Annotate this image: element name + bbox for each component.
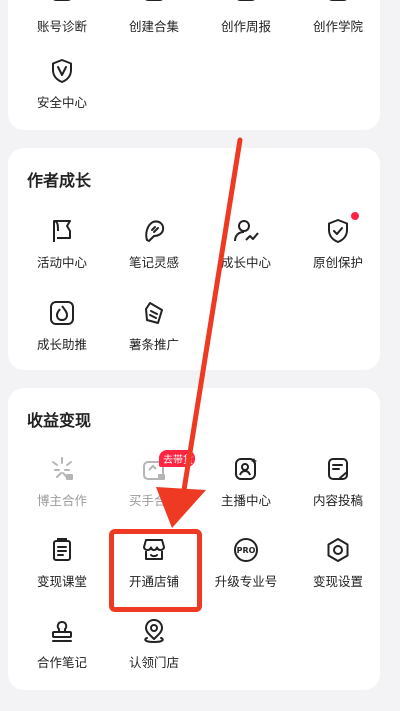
stamp-icon	[52, 621, 72, 642]
tools-card: 账号诊断 创建合集 创作周报 创作学院 安全中心	[8, 0, 380, 130]
monetization-course-button[interactable]: 变现课堂	[17, 537, 107, 603]
lightbulb-icon	[145, 220, 165, 242]
account-diagnosis-icon	[53, 0, 71, 1]
item-label: 活动中心	[36, 255, 87, 270]
pro-icon: PRO	[234, 538, 258, 562]
item-label: 成长中心	[220, 255, 271, 270]
item-label: 创作学院	[312, 19, 363, 34]
pro-badge-text: PRO	[237, 546, 256, 555]
item-label: 变现课堂	[36, 574, 87, 589]
item-label: 创作周报	[220, 19, 271, 34]
store-icon	[143, 539, 165, 560]
original-protection-button[interactable]: 原创保护	[293, 212, 383, 284]
item-label: 主播中心	[220, 493, 271, 508]
item-label: 薯条推广	[128, 337, 179, 352]
upgrade-pro-account-button[interactable]: PRO 升级专业号	[201, 537, 291, 603]
creation-academy-button[interactable]: 创作学院	[293, 0, 383, 48]
item-label: 买手合作	[128, 493, 179, 508]
streamer-center-button[interactable]: 主播中心	[201, 456, 291, 522]
creation-weekly-report-button[interactable]: 创作周报	[201, 0, 291, 48]
item-label: 开通店铺	[128, 574, 179, 589]
growth-boost-button[interactable]: 成长助推	[17, 300, 107, 366]
monetization-card: 收益变现 博主合作 买手合作 去带货 主播中心 内容投稿 变现课堂 开通店铺 P…	[8, 388, 380, 690]
create-collection-icon	[145, 0, 163, 1]
section-title: 作者成长	[27, 171, 92, 190]
claim-store-button[interactable]: 认领门店	[109, 618, 199, 684]
item-label: 内容投稿	[312, 493, 363, 508]
item-label: 账号诊断	[36, 19, 87, 34]
cooperation-notes-button[interactable]: 合作笔记	[17, 618, 107, 684]
item-label: 安全中心	[36, 95, 87, 110]
fries-icon	[145, 302, 163, 324]
notification-dot	[351, 212, 359, 220]
item-label: 博主合作	[36, 493, 87, 508]
creation-academy-icon	[329, 0, 347, 1]
user-growth-icon	[234, 220, 259, 242]
buyer-cooperation-button[interactable]: 买手合作 去带货	[109, 450, 199, 522]
item-label: 升级专业号	[214, 574, 278, 589]
content-submit-icon	[328, 458, 348, 480]
note-inspiration-button[interactable]: 笔记灵感	[109, 218, 199, 284]
open-store-button[interactable]: 开通店铺	[109, 537, 199, 603]
author-growth-card: 作者成长 活动中心 笔记灵感 成长中心 原创保护 成长助推 薯条推广	[8, 148, 380, 370]
security-center-button[interactable]: 安全中心	[17, 58, 107, 124]
item-label: 合作笔记	[36, 655, 87, 670]
streamer-icon	[235, 458, 257, 480]
creation-weekly-report-icon	[237, 0, 255, 1]
sparkle-icon	[52, 457, 73, 480]
create-collection-button[interactable]: 创建合集	[109, 0, 199, 48]
item-label: 变现设置	[312, 574, 363, 589]
growth-center-button[interactable]: 成长中心	[201, 218, 291, 284]
item-label: 原创保护	[312, 255, 363, 270]
item-label: 成长助推	[36, 337, 87, 352]
location-icon	[144, 619, 164, 644]
go-sell-tag[interactable]: 去带货	[159, 450, 195, 467]
item-label: 创建合集	[128, 19, 179, 34]
shield-check-icon	[328, 219, 348, 243]
flag-icon	[53, 220, 71, 242]
course-icon	[53, 538, 71, 561]
shield-icon	[52, 59, 72, 83]
monetization-settings-button[interactable]: 变现设置	[293, 537, 383, 603]
blogger-cooperation-button[interactable]: 博主合作	[17, 456, 107, 522]
item-label: 认领门店	[128, 655, 179, 670]
content-submit-button[interactable]: 内容投稿	[293, 456, 383, 522]
section-title: 收益变现	[27, 411, 92, 430]
account-diagnosis-button[interactable]: 账号诊断	[17, 0, 107, 48]
flame-icon	[50, 301, 74, 325]
activity-center-button[interactable]: 活动中心	[17, 218, 107, 284]
gear-icon	[327, 538, 349, 562]
item-label: 笔记灵感	[128, 255, 179, 270]
fries-promotion-button[interactable]: 薯条推广	[109, 300, 199, 366]
